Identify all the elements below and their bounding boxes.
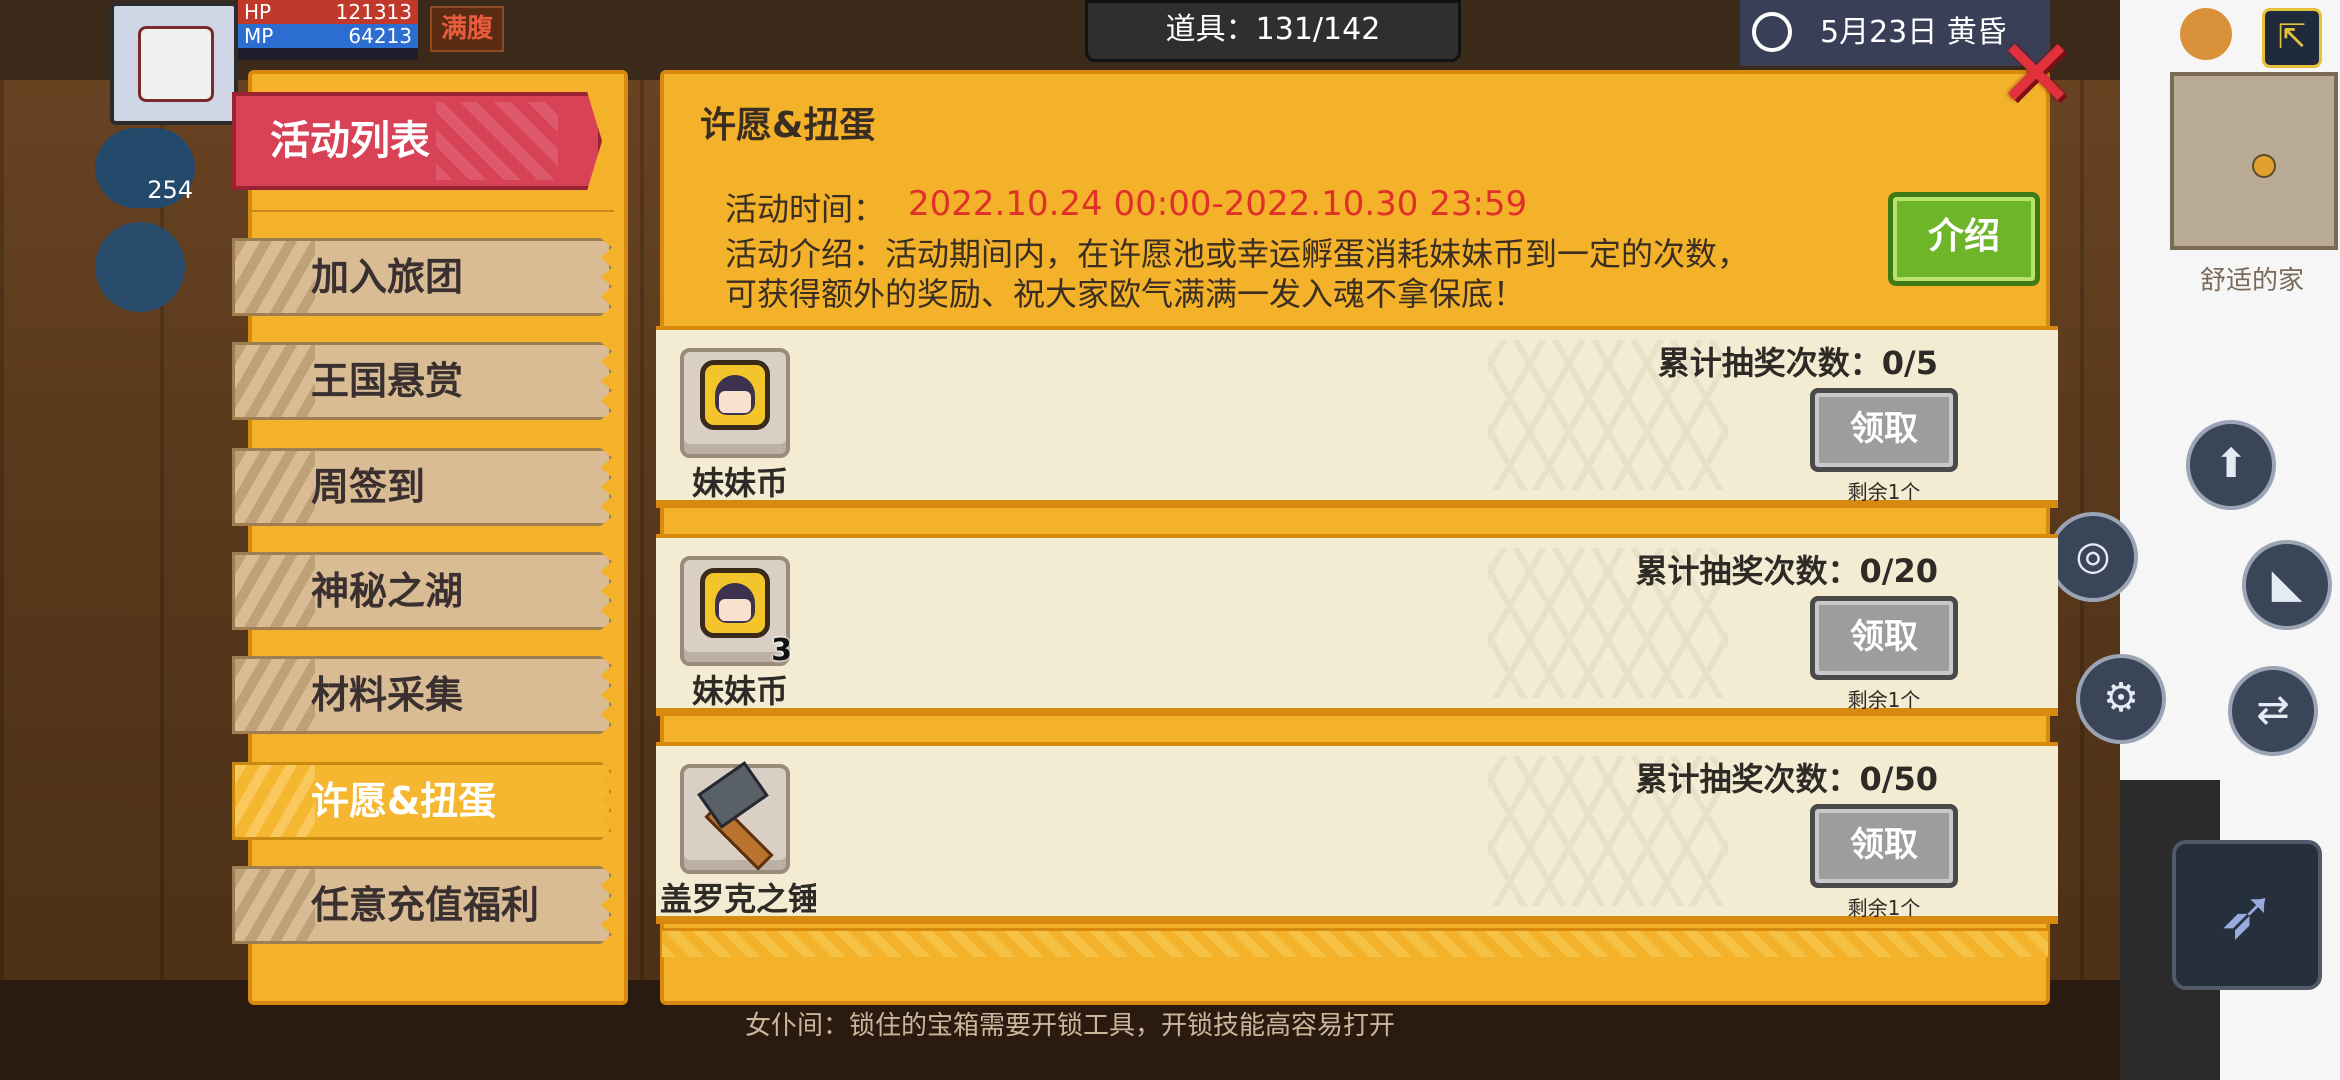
sidebar-item-wish-gacha[interactable]: 许愿&扭蛋 — [232, 762, 612, 840]
sidebar-item-label: 加入旅团 — [311, 255, 464, 299]
reward-row: 妹妹币 累计抽奖次数：0/5 领取 剩余1个 — [656, 326, 2058, 508]
draw-progress: 累计抽奖次数：0/50 — [1635, 760, 1939, 798]
hp-value: 121313 — [335, 0, 412, 24]
reward-row: 3 妹妹币 累计抽奖次数：0/20 领取 剩余1个 — [656, 534, 2058, 716]
sidebar-item-recharge-bonus[interactable]: 任意充值福利 — [232, 866, 612, 944]
reward-row: 盖罗克之锤 累计抽奖次数：0/50 领取 剩余1个 — [656, 742, 2058, 924]
activity-time-value: 2022.10.24 00:00-2022.10.30 23:59 — [908, 184, 1528, 224]
item-capacity: 道具：131/142 — [1085, 0, 1461, 62]
title-pattern — [436, 102, 558, 180]
draw-progress: 累计抽奖次数：0/5 — [1657, 344, 1938, 382]
remaining-count: 剩余1个 — [1847, 480, 1921, 504]
intro-button[interactable]: 介绍 — [1888, 192, 2040, 286]
avatar-face — [138, 26, 214, 102]
sidebar-item-kingdom-bounty[interactable]: 王国悬赏 — [232, 342, 612, 420]
sister-coin-icon[interactable]: 3 — [680, 556, 792, 668]
bow-attack-button[interactable]: ➶ — [2172, 840, 2322, 990]
activity-description-line2: 可获得额外的奖励、祝大家欧气满满一发入魂不拿保底！ — [725, 275, 1526, 313]
player-stats: HP 121313 MP 64213 — [238, 0, 418, 60]
bottom-hint-text: 女仆间：锁住的宝箱需要开锁工具，开锁技能高容易打开 — [745, 1011, 1396, 1041]
claim-button[interactable]: 领取 — [1810, 596, 1958, 680]
activity-time-label: 活动时间： — [725, 190, 886, 228]
exit-icon[interactable]: ⇱ — [2262, 8, 2322, 68]
full-status-badge: 满腹 — [430, 6, 504, 52]
claim-button[interactable]: 领取 — [1810, 804, 1958, 888]
remaining-count: 剩余1个 — [1847, 688, 1921, 712]
minimap[interactable] — [2170, 72, 2338, 250]
sidebar-item-label: 神秘之湖 — [311, 569, 464, 613]
mp-label: MP — [244, 24, 274, 48]
sidebar-item-weekly-signin[interactable]: 周签到 — [232, 448, 612, 526]
sister-coin-icon[interactable] — [680, 348, 790, 458]
globe-icon[interactable] — [2180, 8, 2232, 60]
bag-icon[interactable] — [95, 222, 185, 312]
panel-bottom-trim — [662, 928, 2048, 957]
close-icon[interactable]: ✕ — [1996, 26, 2076, 122]
sidebar-item-label: 王国悬赏 — [311, 359, 464, 403]
sidebar-item-label: 许愿&扭蛋 — [311, 779, 497, 823]
reward-item-name: 妹妹币 — [691, 464, 788, 502]
hammer-icon[interactable] — [680, 761, 790, 874]
activity-list-title-text: 活动列表 — [270, 118, 430, 164]
sidebar-item-label: 周签到 — [311, 465, 426, 509]
item-quantity: 3 — [771, 633, 792, 668]
sidebar-divider — [248, 210, 614, 212]
panel-title: 许愿&扭蛋 — [700, 105, 876, 146]
sidebar-item-mystic-lake[interactable]: 神秘之湖 — [232, 552, 612, 630]
sidebar-item-material-gathering[interactable]: 材料采集 — [232, 656, 612, 734]
skill-button-3[interactable]: ◣ — [2242, 540, 2332, 630]
sidebar-item-label: 材料采集 — [311, 673, 464, 717]
sidebar-item-label: 任意充值福利 — [311, 883, 540, 927]
reward-item-name: 盖罗克之锤 — [660, 880, 816, 918]
player-avatar[interactable] — [110, 2, 238, 125]
mp-value: 64213 — [348, 24, 412, 48]
activity-list-title: 活动列表 — [232, 92, 602, 190]
reward-item-name: 妹妹币 — [691, 672, 788, 710]
location-name: 舒适的家 — [2199, 266, 2304, 296]
currency-count: 254 — [147, 176, 193, 204]
sun-icon — [1752, 12, 1792, 52]
skill-button-2[interactable]: ◎ — [2048, 512, 2138, 602]
currency-button[interactable]: 254 — [95, 128, 195, 208]
player-marker-icon — [2252, 154, 2276, 178]
hp-label: HP — [244, 0, 272, 24]
date-text: 5月23日 黄昏 — [1820, 15, 2007, 50]
claim-button[interactable]: 领取 — [1810, 388, 1958, 472]
skill-button-1[interactable]: ⬆ — [2186, 420, 2276, 510]
swap-icon[interactable]: ⇄ — [2228, 666, 2318, 756]
remaining-count: 剩余1个 — [1847, 896, 1921, 920]
sidebar-item-join-guild[interactable]: 加入旅团 — [232, 238, 612, 316]
settings-gear-icon[interactable]: ⚙ — [2076, 654, 2166, 744]
draw-progress: 累计抽奖次数：0/20 — [1635, 552, 1939, 590]
